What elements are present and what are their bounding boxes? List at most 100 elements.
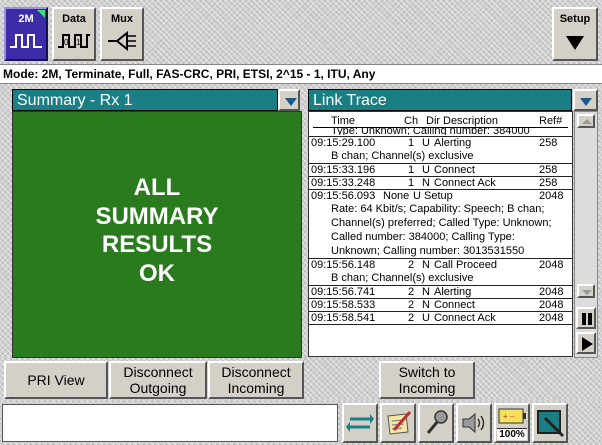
trace-cell-ref: 2048: [539, 286, 564, 298]
speaker-icon: [462, 412, 485, 434]
trace-cell-ch: 2: [408, 312, 415, 324]
trace-cell-ch: 2: [408, 286, 415, 298]
col-time: Time: [331, 115, 356, 127]
switch-to-incoming-button[interactable]: Switch to Incoming: [379, 361, 475, 399]
speaker-button[interactable]: [456, 403, 492, 443]
trace-cell-desc: Connect Ack: [434, 177, 496, 189]
scroll-down-button[interactable]: [577, 284, 595, 298]
svg-text:+ –: + –: [503, 412, 515, 421]
trace-cell-time: 09:15:29.100: [311, 137, 376, 149]
trace-row[interactable]: 09:15:33.248 1 N Connect Ack 258: [309, 177, 572, 190]
summary-line: SUMMARY: [95, 202, 219, 230]
trace-cell-dir: U: [422, 164, 430, 176]
trace-cell-ref: 2048: [539, 259, 564, 271]
tab-mux[interactable]: Mux: [100, 7, 144, 61]
tab-2m[interactable]: 2M: [4, 7, 48, 61]
summary-results-panel: ALL SUMMARY RESULTS OK: [12, 111, 302, 358]
link-trace-dropdown[interactable]: Link Trace: [308, 89, 572, 111]
summary-line: ALL: [133, 174, 181, 201]
setup-button[interactable]: Setup: [552, 7, 598, 61]
swap-arrows-icon: [346, 414, 374, 432]
trace-cell-time: 09:15:33.196: [311, 164, 376, 176]
trace-cell-time: 09:15:56.093: [311, 190, 376, 202]
screen-pen-icon: [537, 410, 565, 438]
summary-dropdown-button[interactable]: [278, 89, 300, 111]
scroll-up-button[interactable]: [577, 114, 595, 128]
summary-line: OK: [139, 259, 175, 287]
pause-button[interactable]: [576, 307, 596, 329]
mode-status-line: Mode: 2M, Terminate, Full, FAS-CRC, PRI,…: [0, 64, 602, 84]
trace-row[interactable]: 09:15:29.100 1 U Alerting 258 B chan; Channel…: [309, 137, 572, 164]
summary-dropdown[interactable]: Summary - Rx 1: [12, 89, 278, 111]
disconnect-incoming-button[interactable]: Disconnect Incoming: [208, 361, 304, 399]
trace-row[interactable]: 09:15:56.741 2 N Alerting 2048: [309, 286, 572, 299]
switch-label-2: Incoming: [398, 380, 456, 396]
trace-cell-desc: Connect: [434, 164, 475, 176]
message-box: [2, 404, 338, 442]
trace-cell-dir: N: [422, 259, 430, 271]
chevron-down-icon: [566, 36, 584, 50]
pencil-paper-icon: [387, 411, 412, 435]
disconnect-outgoing-button[interactable]: Disconnect Outgoing: [109, 361, 207, 399]
summary-status-text: ALL SUMMARY RESULTS OK: [13, 174, 301, 288]
play-button[interactable]: [576, 332, 596, 354]
trace-cell-ch: 2: [408, 259, 415, 271]
trace-cell-ref: 2048: [539, 312, 564, 324]
trace-cell-ref: 258: [539, 177, 558, 189]
trace-cell-time: 09:15:58.541: [311, 312, 376, 324]
svg-text:1: 1: [76, 38, 81, 47]
microphone-icon: [426, 410, 448, 434]
microphone-button[interactable]: [418, 403, 454, 443]
multiplexer-icon: [108, 31, 136, 51]
play-icon: [582, 337, 593, 351]
disconnect-incoming-label-1: Disconnect: [221, 364, 291, 380]
pri-view-label: PRI View: [27, 372, 85, 388]
trace-cell-time: 09:15:56.741: [311, 286, 376, 298]
trace-row[interactable]: 09:15:56.148 2 N Call Proceed 2048 B chan; Ch…: [309, 259, 572, 286]
dropdown-arrow-icon: [285, 98, 297, 106]
trace-cell-dir: U: [422, 312, 430, 324]
col-description: Description: [443, 115, 499, 127]
switch-label-1: Switch to: [398, 364, 456, 380]
trace-cell-time: 09:15:58.533: [311, 299, 376, 311]
notes-button[interactable]: [380, 403, 416, 443]
disconnect-outgoing-label-1: Disconnect: [123, 364, 193, 380]
trace-detail: B chan; Channel(s) exclusive: [331, 150, 474, 162]
link-trace-list[interactable]: Time Ch Dir Description Ref# Type: Unkno…: [308, 111, 573, 357]
trace-cell-dir: N: [422, 177, 430, 189]
link-trace-dropdown-button[interactable]: [573, 89, 598, 111]
trace-cell-dir: N: [422, 299, 430, 311]
pri-view-button[interactable]: PRI View: [4, 361, 108, 399]
trace-row[interactable]: 09:15:56.093 None U Setup 2048 Rate: 64 Kbit/…: [309, 190, 572, 259]
trace-cell-ch: 1: [408, 137, 415, 149]
trace-detail: Rate: 64 Kbit/s; Capability: Speech; B c…: [331, 203, 552, 257]
col-dir: Dir: [426, 115, 441, 127]
trace-cell-desc: Connect: [434, 299, 475, 311]
trace-scrollbar[interactable]: [574, 111, 598, 358]
summary-line: RESULTS: [101, 231, 213, 258]
battery-status-button[interactable]: + – 100%: [494, 403, 530, 443]
disconnect-outgoing-label-2: Outgoing: [129, 380, 187, 396]
pause-icon: [582, 313, 586, 325]
trace-cell-dir: U: [422, 137, 430, 149]
battery-level-text: 100%: [497, 428, 527, 440]
trace-cell-time: 09:15:56.148: [311, 259, 376, 271]
setup-label: Setup: [559, 13, 591, 25]
trace-partial-line: Type: Unknown; Calling number: 384000: [331, 127, 530, 135]
trace-row[interactable]: 09:15:58.533 2 N Connect 2048: [309, 299, 572, 312]
trace-cell-ch: 1: [408, 164, 415, 176]
trace-detail: B chan; Channel(s) exclusive: [331, 272, 474, 284]
trace-row[interactable]: 09:15:58.541 2 U Connect Ack 2048: [309, 312, 572, 325]
arrow-down-icon: [582, 290, 592, 295]
transfer-arrows-button[interactable]: [342, 403, 378, 443]
trace-cell-desc: Call Proceed: [434, 259, 497, 271]
tab-data[interactable]: Data 0 1: [52, 7, 96, 61]
trace-cell-dir: N: [422, 286, 430, 298]
active-corner-marker: [37, 10, 45, 18]
trace-cell-ch: 1: [408, 177, 415, 189]
top-toolbar: 2M Data 0 1 Mux Setup: [0, 0, 602, 64]
trace-cell-time: 09:15:33.248: [311, 177, 376, 189]
display-settings-button[interactable]: [532, 403, 568, 443]
trace-row[interactable]: 09:15:33.196 1 U Connect 258: [309, 164, 572, 177]
trace-cell-dir: U: [413, 190, 421, 202]
